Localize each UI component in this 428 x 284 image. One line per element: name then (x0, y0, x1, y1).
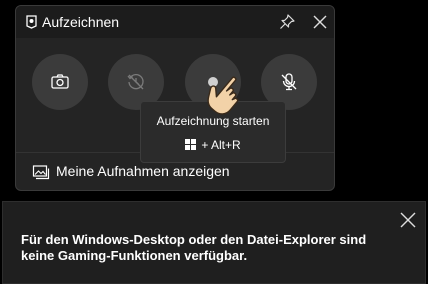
hand-cursor-icon (207, 76, 239, 115)
tooltip-title: Aufzeichnung starten (156, 114, 270, 128)
panel-title: Aufzeichnen (42, 14, 120, 30)
screenshot-button[interactable] (32, 54, 88, 110)
windows-icon (185, 139, 197, 150)
close-icon[interactable] (310, 12, 330, 32)
pin-icon[interactable] (278, 13, 296, 31)
notice-message: Für den Windows-Desktop oder den Datei-E… (21, 232, 367, 263)
camera-icon (51, 74, 69, 89)
capture-panel: Aufzeichnen Meine Aufnahmen anzeigen (15, 5, 335, 191)
mic-off-icon (281, 73, 297, 91)
close-icon[interactable] (397, 209, 419, 231)
camera-mark-icon (26, 15, 37, 29)
tooltip-shortcut-keys: + Alt+R (201, 138, 241, 152)
tooltip-shortcut: + Alt+R (141, 138, 285, 152)
show-captures-label: Meine Aufnahmen anzeigen (56, 163, 230, 179)
gallery-icon (32, 165, 50, 180)
panel-header: Aufzeichnen (16, 6, 334, 38)
history-disabled-icon (127, 74, 144, 90)
notice-banner: Für den Windows-Desktop oder den Datei-E… (2, 201, 426, 284)
